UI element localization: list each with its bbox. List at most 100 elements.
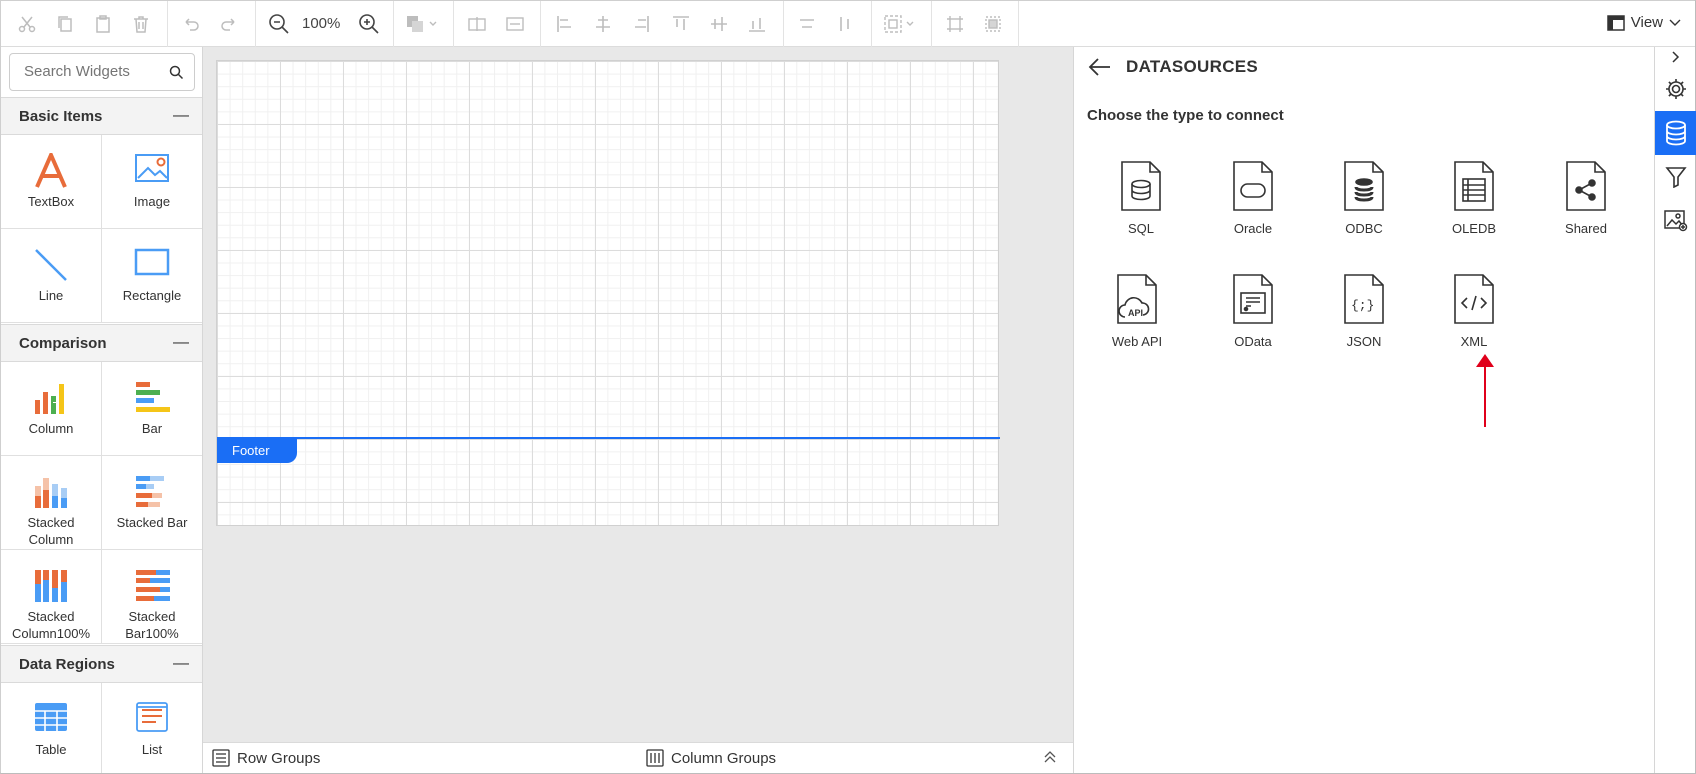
row-groups-icon xyxy=(212,749,230,767)
paste-icon[interactable] xyxy=(89,10,117,38)
collapse-icon[interactable]: — xyxy=(173,655,189,673)
bar-chart-icon xyxy=(102,380,202,416)
toolbar-separator xyxy=(393,1,394,47)
datasource-odbc[interactable]: ODBC xyxy=(1314,160,1414,236)
collapse-icon[interactable]: — xyxy=(173,107,189,125)
datasource-label: Web API xyxy=(1111,334,1163,349)
section-data-regions[interactable]: Data Regions — xyxy=(1,645,202,683)
datasources-header: DATASOURCES xyxy=(1088,57,1258,77)
distribute-v-icon[interactable] xyxy=(831,10,859,38)
view-dropdown[interactable]: View xyxy=(1607,14,1681,31)
sizing-icon[interactable] xyxy=(881,10,919,38)
widget-label: Table xyxy=(35,742,67,757)
xml-code-icon xyxy=(1454,274,1494,324)
expand-groups-icon[interactable] xyxy=(1044,751,1056,763)
search-icon[interactable] xyxy=(169,65,184,80)
datasource-oledb[interactable]: OLEDB xyxy=(1424,160,1524,236)
widget-rectangle[interactable]: Rectangle xyxy=(102,229,202,323)
align-right-icon[interactable] xyxy=(627,10,655,38)
stacked-bar100-icon xyxy=(102,568,202,604)
widget-stacked-bar100[interactable]: Stacked Bar100% xyxy=(102,550,202,644)
datasource-sql[interactable]: SQL xyxy=(1091,160,1191,236)
widget-label: Stacked xyxy=(27,515,75,530)
widget-label: Bar xyxy=(141,421,163,436)
delete-icon[interactable] xyxy=(127,10,155,38)
image-manager-icon[interactable] xyxy=(1655,199,1696,243)
align-center-h-icon[interactable] xyxy=(463,10,491,38)
collapse-icon[interactable]: — xyxy=(173,334,189,352)
widget-column[interactable]: Column xyxy=(1,362,102,456)
widget-label: Column xyxy=(28,421,74,436)
distribute-h-icon[interactable] xyxy=(793,10,821,38)
svg-text:{;}: {;} xyxy=(1351,298,1374,313)
datasource-oracle[interactable]: Oracle xyxy=(1203,160,1303,236)
cut-icon[interactable] xyxy=(13,10,41,38)
datasource-odata[interactable]: OData xyxy=(1203,273,1303,349)
line-icon xyxy=(1,247,101,283)
fit-page-icon[interactable] xyxy=(979,10,1007,38)
widget-label: Stacked xyxy=(27,609,75,624)
list-icon xyxy=(102,701,202,737)
datasource-json[interactable]: {;} JSON xyxy=(1314,273,1414,349)
datasource-label: Shared xyxy=(1565,221,1607,236)
zoom-out-icon[interactable] xyxy=(265,10,293,38)
svg-text:API: API xyxy=(1128,308,1143,318)
datasource-xml[interactable]: XML xyxy=(1424,273,1524,349)
copy-icon[interactable] xyxy=(51,10,79,38)
filter-icon[interactable] xyxy=(1655,155,1696,199)
widget-list[interactable]: List xyxy=(102,683,202,773)
align-middle-icon[interactable] xyxy=(589,10,617,38)
align-top-icon[interactable] xyxy=(667,10,695,38)
undo-icon[interactable] xyxy=(177,10,205,38)
share-icon xyxy=(1566,161,1606,211)
align-center-icon[interactable] xyxy=(705,10,733,38)
widget-stacked-column[interactable]: Stacked Column xyxy=(1,456,102,550)
properties-rail xyxy=(1654,47,1696,773)
chevron-down-icon xyxy=(1669,19,1681,26)
widget-line[interactable]: Line xyxy=(1,229,102,323)
section-basic-items[interactable]: Basic Items — xyxy=(1,97,202,135)
datasource-label: ODBC xyxy=(1345,221,1383,236)
row-groups-label: Row Groups xyxy=(237,749,321,767)
report-designer: 100% View Basi xyxy=(0,0,1696,774)
align-bottom-icon[interactable] xyxy=(743,10,771,38)
settings-gear-icon[interactable] xyxy=(1655,67,1696,111)
bring-forward-icon[interactable] xyxy=(403,10,441,38)
data-icon[interactable] xyxy=(1655,111,1696,155)
oledb-icon xyxy=(1454,161,1494,211)
web-api-icon: API xyxy=(1117,274,1157,324)
datasource-web-api[interactable]: API Web API xyxy=(1087,273,1187,349)
widget-stacked-bar[interactable]: Stacked Bar xyxy=(102,456,202,550)
widget-bar[interactable]: Bar xyxy=(102,362,202,456)
widget-label: Column xyxy=(28,532,74,547)
section-title: Basic Items xyxy=(19,108,103,125)
report-design-surface[interactable]: Footer xyxy=(216,60,1000,526)
align-left-icon[interactable] xyxy=(551,10,579,38)
widget-textbox[interactable]: TextBox xyxy=(1,135,102,229)
section-comparison[interactable]: Comparison — xyxy=(1,324,202,362)
footer-boundary[interactable] xyxy=(217,437,1000,439)
widget-table[interactable]: Table xyxy=(1,683,102,773)
column-groups-icon xyxy=(646,749,664,767)
column-groups-button[interactable]: Column Groups xyxy=(646,749,776,767)
widget-stacked-column100[interactable]: Stacked Column100% xyxy=(1,550,102,644)
widget-panel: Basic Items — TextBox Image Line Rectang… xyxy=(1,47,203,773)
toolbar-separator xyxy=(453,1,454,47)
toolbar-separator xyxy=(167,1,168,47)
datasources-panel: DATASOURCES Choose the type to connect S… xyxy=(1073,47,1654,773)
column-groups-label: Column Groups xyxy=(671,749,777,767)
redo-icon[interactable] xyxy=(215,10,243,38)
fit-width-icon[interactable] xyxy=(941,10,969,38)
widget-image[interactable]: Image xyxy=(102,135,202,229)
search-input[interactable] xyxy=(24,63,164,80)
datasource-shared[interactable]: Shared xyxy=(1536,160,1636,236)
row-groups-button[interactable]: Row Groups xyxy=(212,749,320,767)
odbc-icon xyxy=(1344,161,1384,211)
footer-label[interactable]: Footer xyxy=(217,439,297,463)
align-center-v-icon[interactable] xyxy=(501,10,529,38)
zoom-in-icon[interactable] xyxy=(355,10,383,38)
odata-icon xyxy=(1233,274,1273,324)
toolbar-separator xyxy=(540,1,541,47)
collapse-rail-icon[interactable] xyxy=(1655,47,1696,67)
back-arrow-icon[interactable] xyxy=(1088,57,1112,77)
